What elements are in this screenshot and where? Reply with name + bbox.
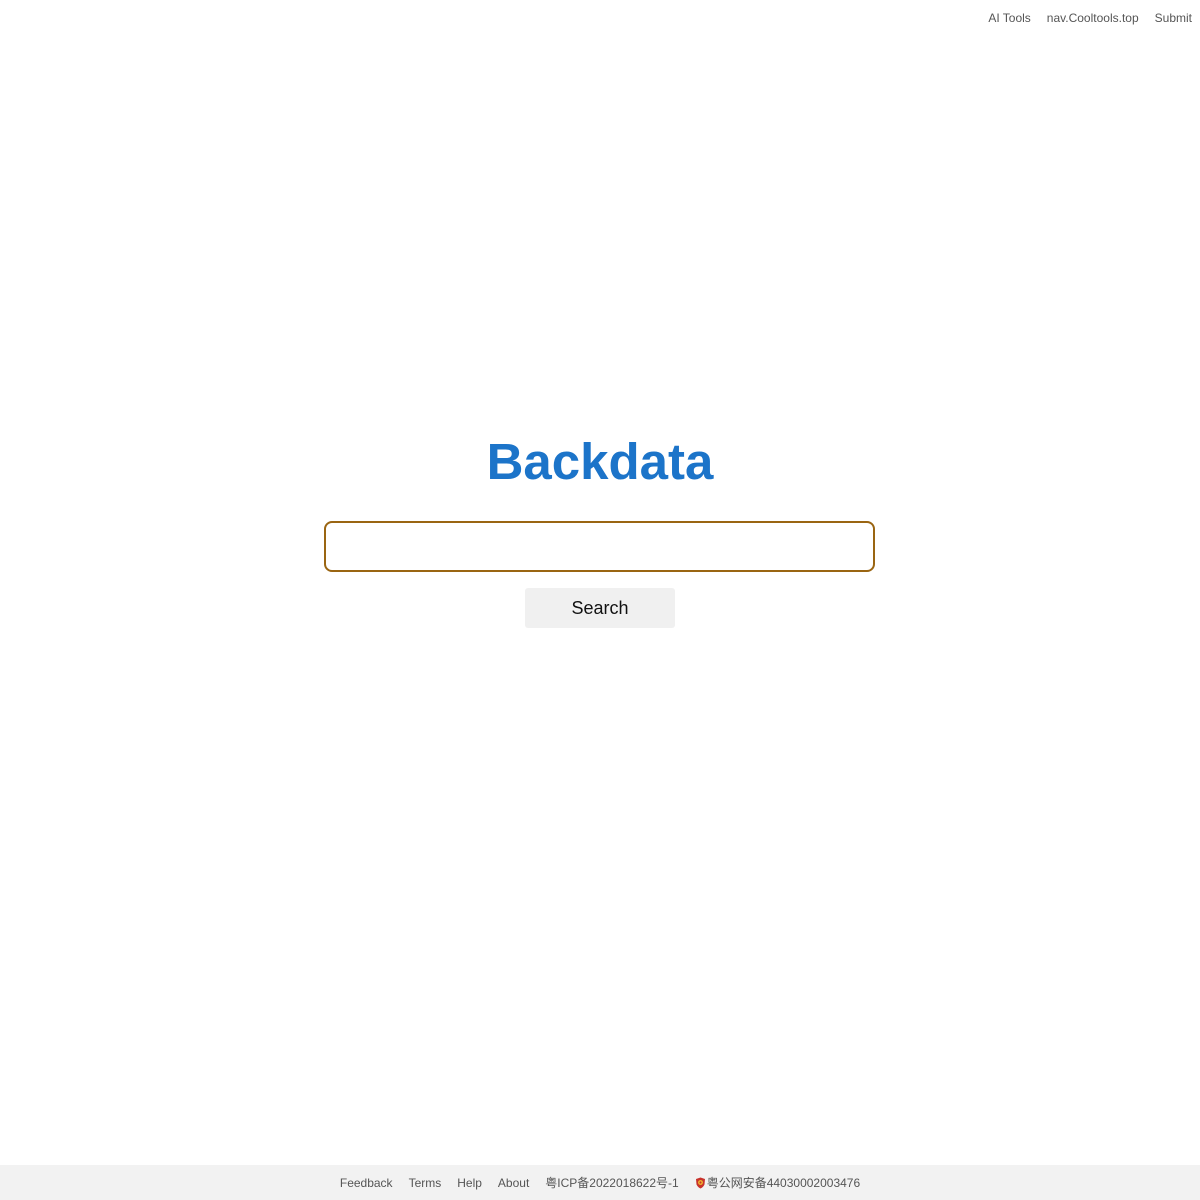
cooltools-link[interactable]: nav.Cooltools.top bbox=[1047, 10, 1139, 26]
feedback-link[interactable]: Feedback bbox=[340, 1176, 393, 1190]
site-logo: Backdata bbox=[486, 433, 714, 490]
search-button[interactable]: Search bbox=[525, 588, 675, 628]
search-input[interactable] bbox=[324, 521, 875, 572]
submit-link[interactable]: Submit bbox=[1155, 10, 1192, 26]
police-record-link[interactable]: 粤公网安备44030002003476 bbox=[695, 1174, 860, 1191]
about-link[interactable]: About bbox=[498, 1176, 529, 1190]
police-badge-icon bbox=[695, 1177, 706, 1189]
terms-link[interactable]: Terms bbox=[409, 1176, 442, 1190]
icp-license-link[interactable]: 粤ICP备2022018622号-1 bbox=[545, 1174, 678, 1191]
police-record-label: 粤公网安备44030002003476 bbox=[706, 1176, 861, 1190]
help-link[interactable]: Help bbox=[457, 1176, 482, 1190]
top-nav: AI Tools nav.Cooltools.top Submit bbox=[988, 10, 1192, 26]
footer: Feedback Terms Help About 粤ICP备202201862… bbox=[0, 1165, 1200, 1200]
ai-tools-link[interactable]: AI Tools bbox=[988, 10, 1030, 26]
